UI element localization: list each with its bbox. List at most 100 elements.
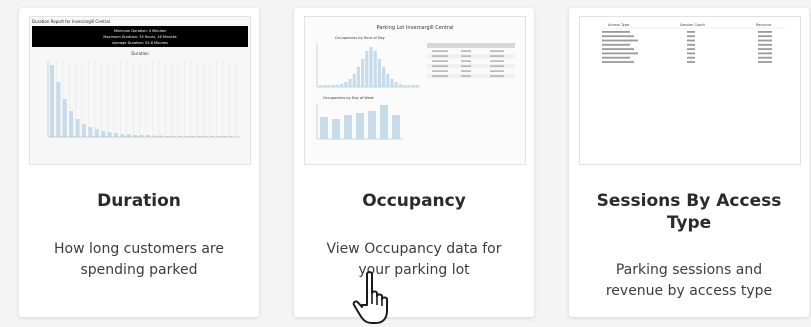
revenue-cell	[758, 56, 772, 59]
table-cell	[490, 65, 504, 67]
occupancy-day-bar	[380, 105, 388, 139]
occupancy-hour-bar	[340, 84, 344, 87]
occupancy-day-bar	[392, 115, 400, 139]
table-cell	[461, 55, 471, 57]
occupancy-day-bar	[320, 117, 328, 139]
occupancy-card[interactable]: Parking Lot Invercargill Central Occupan…	[294, 8, 534, 324]
occupancy-hour-bar	[407, 85, 411, 87]
occupancy-hour-bar	[344, 82, 348, 87]
occupancy-hour-bar	[361, 59, 365, 87]
duration-bar	[56, 82, 61, 137]
occupancy-hour-bar	[398, 84, 402, 87]
duration-bar	[146, 135, 150, 137]
duration-bar	[82, 124, 86, 137]
duration-bar	[69, 111, 74, 137]
table-cell	[461, 65, 471, 67]
table-cell	[461, 60, 471, 62]
table-cell	[461, 75, 471, 77]
session-count-cell	[687, 61, 695, 63]
card-title: Occupancy	[362, 191, 466, 211]
table-cell	[490, 75, 504, 77]
occupancy-hour-bar	[390, 79, 394, 87]
access-type-cell	[602, 35, 634, 38]
svg-text:Session Count: Session Count	[680, 23, 705, 27]
svg-text:Occupancies by Hour of Day: Occupancies by Hour of Day	[335, 36, 385, 40]
duration-bar	[126, 134, 131, 137]
session-count-cell	[687, 35, 695, 38]
table-cell	[432, 70, 448, 72]
table-cell	[490, 60, 504, 62]
chart-title: Duration	[131, 51, 149, 56]
occupancy-hour-bar	[352, 74, 356, 87]
table-cell	[461, 70, 471, 72]
duration-bar	[139, 135, 144, 137]
occupancy-hour-bar	[323, 85, 327, 87]
table-cell	[490, 50, 504, 52]
svg-text:Occupancies by Day of Week: Occupancies by Day of Week	[323, 96, 375, 100]
occupancy-day-bar	[332, 119, 340, 139]
sessions-report-thumbnail: Access Type Session Count Revenue	[579, 16, 801, 165]
duration-bar	[75, 119, 80, 137]
session-count-cell	[687, 56, 695, 59]
occupancy-hour-bar	[403, 85, 407, 87]
occupancy-hour-bar	[377, 59, 381, 87]
duration-bar	[133, 135, 138, 137]
occupancy-day-bar	[344, 115, 352, 139]
occupancy-hour-bar	[411, 85, 415, 87]
duration-bar	[62, 99, 67, 137]
sessions-by-access-type-card[interactable]: Access Type Session Count Revenue Sessio…	[569, 8, 809, 317]
occupancy-hour-bar	[369, 47, 373, 87]
occupancy-hour-bar	[386, 74, 390, 87]
duration-card[interactable]: Duration Report for Invercargill Central…	[19, 8, 259, 317]
duration-report-thumbnail: Duration Report for Invercargill Central…	[29, 16, 251, 165]
occupancy-day-bar	[368, 111, 376, 139]
session-count-cell	[687, 48, 695, 50]
occupancy-hour-bar	[382, 67, 386, 87]
access-type-cell	[602, 31, 630, 33]
table-header	[427, 43, 515, 48]
occupancy-hour-bar	[365, 51, 369, 87]
revenue-cell	[758, 39, 772, 42]
access-type-cell	[602, 43, 630, 46]
duration-bar	[88, 127, 93, 137]
duration-bar	[50, 65, 54, 137]
duration-bar	[107, 132, 112, 137]
access-type-cell	[602, 61, 634, 63]
occupancy-hour-bar	[415, 85, 419, 87]
access-type-cell	[602, 56, 630, 59]
table-cell	[432, 55, 448, 57]
occupancy-hour-bar	[331, 85, 335, 87]
session-count-cell	[687, 39, 695, 42]
report-title: Parking Lot Invercargill Central	[377, 25, 454, 31]
occupancy-hour-bar	[356, 67, 360, 87]
card-title: Sessions By Access Type	[596, 191, 782, 233]
report-title: Duration Report for Invercargill Central	[32, 19, 110, 24]
access-type-cell	[602, 39, 638, 42]
svg-text:Revenue: Revenue	[756, 23, 771, 27]
duration-bar	[114, 133, 118, 137]
occupancy-report-thumbnail: Parking Lot Invercargill Central Occupan…	[304, 16, 526, 165]
table-cell	[461, 50, 471, 52]
card-description: Parking sessions and revenue by access t…	[605, 262, 773, 299]
card-title: Duration	[97, 191, 181, 211]
occupancy-hour-bar	[335, 85, 339, 87]
hand-pointer-icon	[352, 271, 388, 324]
table-cell	[490, 55, 504, 57]
duration-bar	[101, 131, 106, 137]
svg-text:Maximum Duration: 35 Hours, 16: Maximum Duration: 35 Hours, 16 Minutes	[103, 35, 176, 39]
occupancy-hour-bar	[348, 79, 352, 87]
access-type-cell	[602, 52, 638, 55]
card-description: How long customers are spending parked	[54, 241, 224, 278]
occupancy-hour-bar	[373, 51, 377, 87]
revenue-cell	[758, 48, 772, 50]
card-description: View Occupancy data for your parking lot	[326, 241, 502, 278]
svg-text:Minimum Duration: 0 Minutes: Minimum Duration: 0 Minutes	[114, 29, 166, 33]
revenue-cell	[758, 31, 772, 33]
session-count-cell	[687, 43, 695, 46]
table-cell	[432, 75, 448, 77]
table-cell	[490, 70, 504, 72]
revenue-cell	[758, 43, 772, 46]
revenue-cell	[758, 52, 772, 55]
access-type-cell	[602, 48, 634, 50]
table-cell	[432, 65, 448, 67]
